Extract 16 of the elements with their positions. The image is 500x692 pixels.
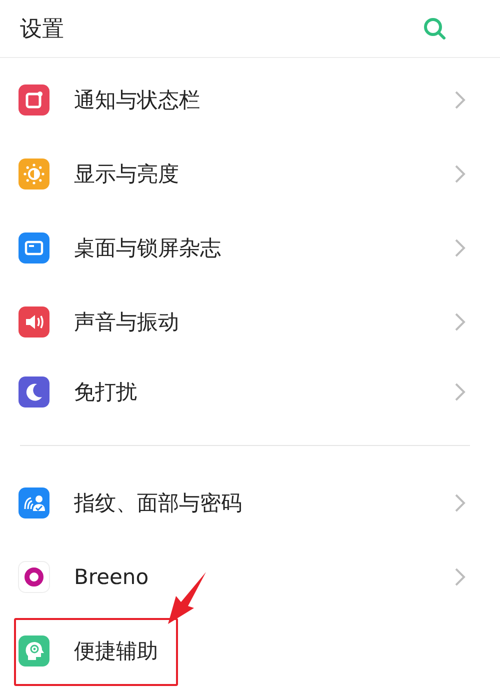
settings-item[interactable]: 免打扰 [0,359,500,425]
chevron-icon [454,382,466,402]
chevron-icon [454,312,466,332]
settings-item[interactable]: 便捷辅助 [0,614,500,688]
search-icon[interactable] [422,16,448,42]
settings-item[interactable]: 声音与振动 [0,285,500,359]
chevron-icon [454,493,466,513]
settings-item[interactable]: 指纹、面部与密码 [0,466,500,540]
settings-item[interactable]: 桌面与锁屏杂志 [0,211,500,285]
chevron-icon [454,90,466,110]
chevron-icon [454,238,466,258]
settings-item[interactable]: 显示与亮度 [0,137,500,211]
chevron-icon [454,164,466,184]
chevron-icon [454,567,466,587]
settings-item[interactable]: 通知与状态栏 [0,63,500,137]
page-title: 设置 [20,16,64,44]
